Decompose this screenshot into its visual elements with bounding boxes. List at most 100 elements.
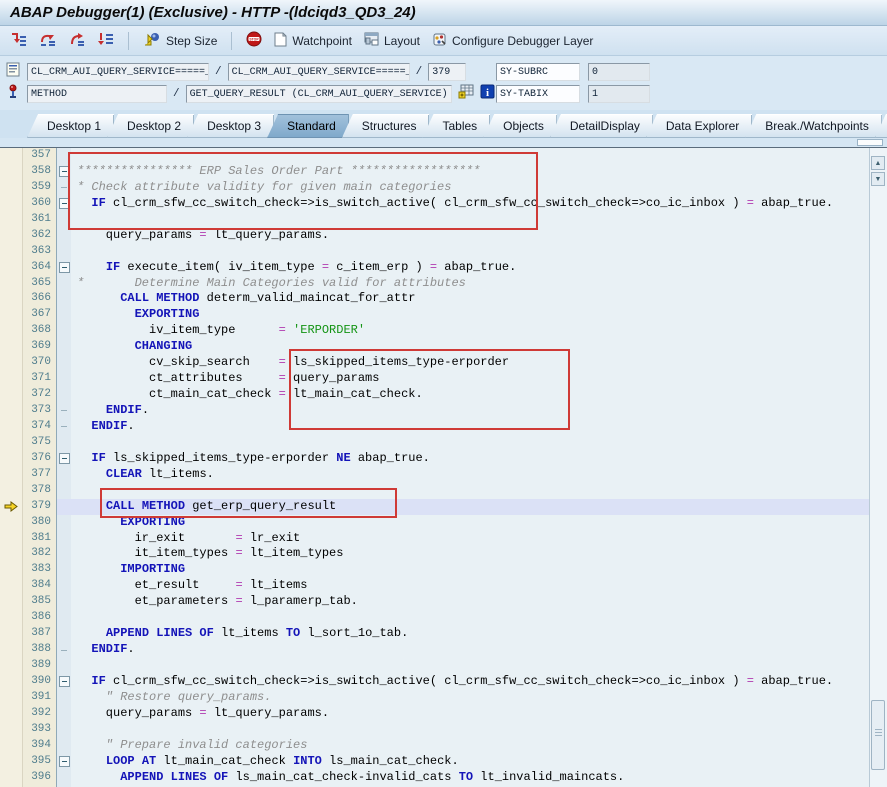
fold-collapse-icon[interactable] bbox=[59, 166, 70, 177]
sy-tabix-value-field[interactable]: 1 bbox=[588, 85, 650, 103]
scrollbar-thumb[interactable] bbox=[871, 700, 885, 770]
fold-collapse-icon[interactable] bbox=[59, 453, 70, 464]
configure-debugger-layer-button[interactable]: Configure Debugger Layer bbox=[428, 30, 597, 52]
tab-structures[interactable]: Structures bbox=[342, 114, 430, 138]
code-line[interactable] bbox=[71, 658, 869, 674]
code-line[interactable]: EXPORTING bbox=[71, 307, 869, 323]
breakpoint-cell[interactable] bbox=[0, 626, 22, 642]
breakpoint-cell[interactable] bbox=[0, 754, 22, 770]
code-line[interactable]: query_params = lt_query_params. bbox=[71, 228, 869, 244]
code-line[interactable]: IF cl_crm_sfw_cc_switch_check=>is_switch… bbox=[71, 196, 869, 212]
code-line[interactable]: ENDIF. bbox=[71, 642, 869, 658]
tab-desktop-3[interactable]: Desktop 3 bbox=[187, 114, 274, 138]
breakpoint-cell[interactable] bbox=[0, 578, 22, 594]
code-line[interactable] bbox=[71, 244, 869, 260]
code-line[interactable] bbox=[71, 148, 869, 164]
step-into-button[interactable] bbox=[6, 30, 31, 52]
scroll-up-button[interactable]: ▲ bbox=[871, 156, 885, 170]
watchpoint-button[interactable]: Watchpoint bbox=[270, 30, 356, 52]
breakpoint-cell[interactable] bbox=[0, 307, 22, 323]
fold-cell[interactable] bbox=[57, 674, 71, 690]
breakpoint-cell[interactable] bbox=[0, 531, 22, 547]
code-line[interactable]: CALL METHOD determ_valid_maincat_for_att… bbox=[71, 291, 869, 307]
sy-subrc-value-field[interactable]: 0 bbox=[588, 63, 650, 81]
code-line[interactable]: it_item_types = lt_item_types bbox=[71, 546, 869, 562]
code-line[interactable]: et_result = lt_items bbox=[71, 578, 869, 594]
fold-collapse-icon[interactable] bbox=[59, 676, 70, 687]
tab-tables[interactable]: Tables bbox=[422, 114, 490, 138]
breakpoint-cell[interactable] bbox=[0, 419, 22, 435]
code-line[interactable] bbox=[71, 610, 869, 626]
line-number-field[interactable]: 379 bbox=[428, 63, 466, 81]
breakpoint-cell[interactable] bbox=[0, 562, 22, 578]
breakpoint-cell[interactable] bbox=[0, 260, 22, 276]
step-continue-button[interactable] bbox=[93, 30, 118, 52]
fold-cell[interactable] bbox=[57, 260, 71, 276]
code-line[interactable]: cv_skip_search = ls_skipped_items_type-e… bbox=[71, 355, 869, 371]
breakpoint-cell[interactable] bbox=[0, 642, 22, 658]
sy-subrc-label-field[interactable]: SY-SUBRC bbox=[496, 63, 580, 81]
event-name-field[interactable]: GET_QUERY_RESULT (CL_CRM_AUI_QUERY_SERVI… bbox=[186, 85, 452, 103]
step-size-button[interactable]: Step Size bbox=[139, 30, 221, 52]
code-line[interactable]: ir_exit = lr_exit bbox=[71, 531, 869, 547]
fold-cell[interactable] bbox=[57, 451, 71, 467]
tab-data-explorer[interactable]: Data Explorer bbox=[646, 114, 752, 138]
code-line[interactable]: IF cl_crm_sfw_cc_switch_check=>is_switch… bbox=[71, 674, 869, 690]
tab-standard[interactable]: Standard bbox=[267, 114, 349, 138]
code-line[interactable]: CALL METHOD get_erp_query_result bbox=[71, 499, 869, 515]
table-add-icon[interactable] bbox=[458, 84, 474, 104]
tab-desktop-1[interactable]: Desktop 1 bbox=[27, 114, 114, 138]
breakpoint-cell[interactable] bbox=[0, 706, 22, 722]
scroll-down-button[interactable]: ▼ bbox=[871, 172, 885, 186]
code-line[interactable] bbox=[71, 435, 869, 451]
code-line[interactable]: APPEND LINES OF lt_items TO l_sort_1o_ta… bbox=[71, 626, 869, 642]
main-program-field[interactable]: CL_CRM_AUI_QUERY_SERVICE=====_ bbox=[27, 63, 209, 81]
fold-cell[interactable] bbox=[57, 754, 71, 770]
event-type-field[interactable]: METHOD bbox=[27, 85, 167, 103]
tab-detaildisplay[interactable]: DetailDisplay bbox=[550, 114, 653, 138]
breakpoint-cell[interactable] bbox=[0, 355, 22, 371]
fold-collapse-icon[interactable] bbox=[59, 756, 70, 767]
breakpoint-cell[interactable] bbox=[0, 228, 22, 244]
breakpoint-cell[interactable] bbox=[0, 722, 22, 738]
code-line[interactable]: * Check attribute validity for given mai… bbox=[71, 180, 869, 196]
breakpoint-cell[interactable] bbox=[0, 594, 22, 610]
breakpoint-cell[interactable] bbox=[0, 371, 22, 387]
include-field[interactable]: CL_CRM_AUI_QUERY_SERVICE=====_ bbox=[228, 63, 410, 81]
breakpoint-cell[interactable] bbox=[0, 451, 22, 467]
code-line[interactable]: LOOP AT lt_main_cat_check INTO ls_main_c… bbox=[71, 754, 869, 770]
breakpoint-cell[interactable] bbox=[0, 148, 22, 164]
breakpoint-cell[interactable] bbox=[0, 738, 22, 754]
tab-break-watchpoints[interactable]: Break./Watchpoints bbox=[745, 114, 882, 138]
code-line[interactable]: ct_main_cat_check = lt_main_cat_check. bbox=[71, 387, 869, 403]
code-line[interactable]: EXPORTING bbox=[71, 515, 869, 531]
fold-collapse-icon[interactable] bbox=[59, 262, 70, 273]
fold-cell[interactable] bbox=[57, 164, 71, 180]
code-line[interactable]: APPEND LINES OF ls_main_cat_check-invali… bbox=[71, 770, 869, 786]
breakpoint-cell[interactable] bbox=[0, 291, 22, 307]
breakpoint-cell[interactable] bbox=[0, 467, 22, 483]
code-line[interactable]: IMPORTING bbox=[71, 562, 869, 578]
breakpoint-cell[interactable] bbox=[0, 196, 22, 212]
breakpoint-cell[interactable] bbox=[0, 610, 22, 626]
breakpoint-cell[interactable] bbox=[0, 674, 22, 690]
code-line[interactable]: " Restore query_params. bbox=[71, 690, 869, 706]
code-line[interactable]: " Prepare invalid categories bbox=[71, 738, 869, 754]
code-line[interactable]: et_parameters = l_paramerp_tab. bbox=[71, 594, 869, 610]
info-icon[interactable]: i bbox=[480, 84, 495, 104]
splitter-handle[interactable] bbox=[857, 139, 883, 146]
breakpoint-cell[interactable] bbox=[0, 387, 22, 403]
code-line[interactable]: IF ls_skipped_items_type-erporder NE aba… bbox=[71, 451, 869, 467]
code-line[interactable]: CLEAR lt_items. bbox=[71, 467, 869, 483]
breakpoint-cell[interactable] bbox=[0, 515, 22, 531]
tab-desktop-2[interactable]: Desktop 2 bbox=[107, 114, 194, 138]
code-line[interactable]: * Determine Main Categories valid for at… bbox=[71, 276, 869, 292]
code-line[interactable]: ENDIF. bbox=[71, 419, 869, 435]
breakpoint-cell[interactable] bbox=[0, 435, 22, 451]
code-line[interactable]: **************** ERP Sales Order Part **… bbox=[71, 164, 869, 180]
breakpoint-stop-button[interactable]: STOP bbox=[242, 29, 266, 52]
vertical-scrollbar[interactable]: ▲ ▼ bbox=[869, 148, 887, 787]
breakpoint-cell[interactable] bbox=[0, 658, 22, 674]
breakpoint-cell[interactable] bbox=[0, 339, 22, 355]
code-line[interactable] bbox=[71, 483, 869, 499]
